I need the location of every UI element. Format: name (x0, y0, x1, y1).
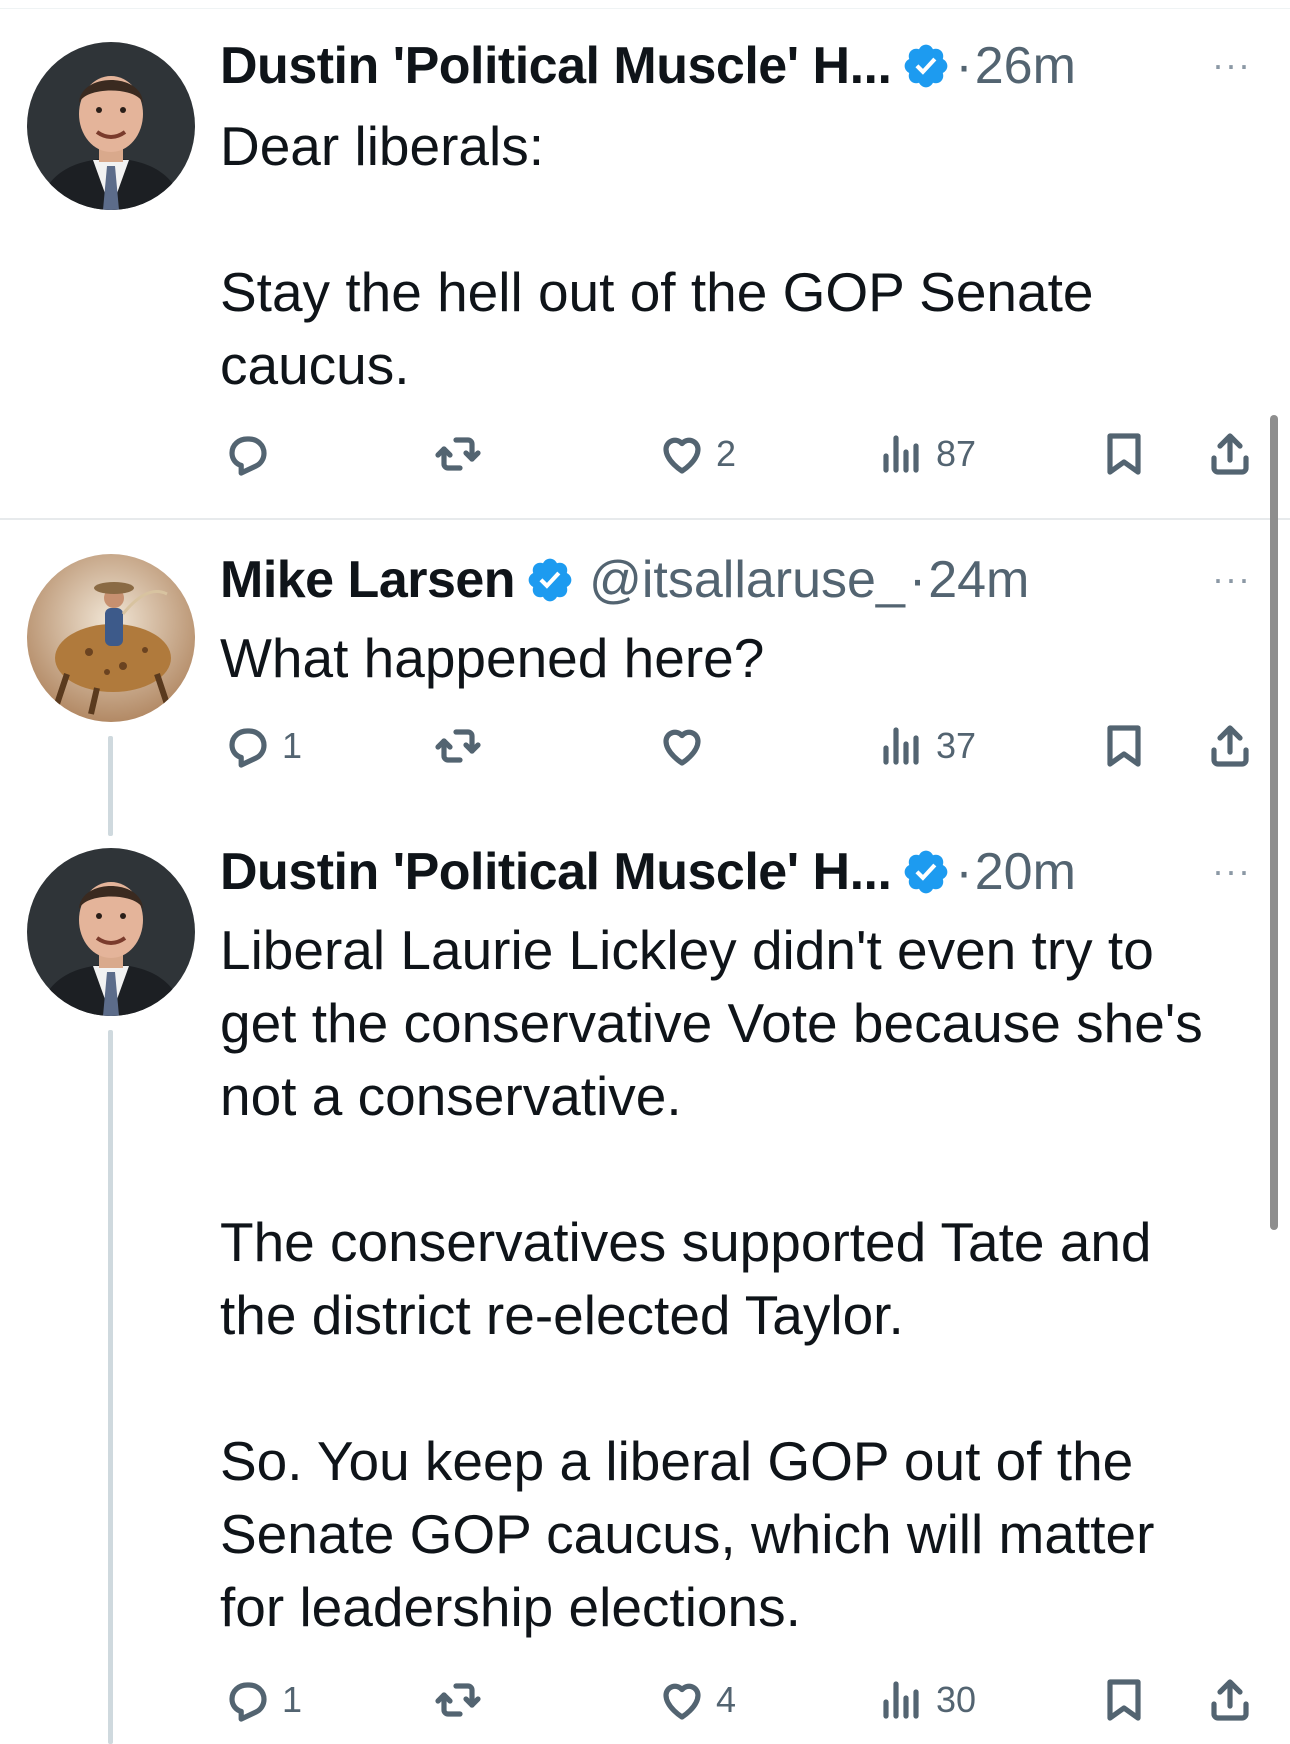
bookmark-button[interactable] (1100, 716, 1148, 776)
dot-separator: · (955, 37, 973, 95)
tweet-paragraph: Dear liberals: (220, 115, 545, 177)
retweet-button[interactable] (434, 1670, 492, 1730)
timestamp[interactable]: 24m (928, 550, 1029, 610)
share-button[interactable] (1206, 424, 1254, 484)
share-button[interactable] (1206, 1670, 1254, 1730)
more-options-icon[interactable]: ··· (1212, 44, 1251, 86)
retweet-button[interactable] (434, 716, 492, 776)
retweet-icon (435, 1683, 481, 1717)
like-button[interactable]: 4 (658, 1670, 736, 1730)
tweet-paragraph: What happened here? (220, 627, 765, 689)
retweet-icon (435, 437, 481, 471)
tweet-paragraph: Stay the hell out of the GOP Senate cauc… (220, 261, 1094, 396)
tweet-paragraph: So. You keep a liberal GOP out of the Se… (220, 1430, 1155, 1638)
reply-button[interactable]: 1 (224, 716, 302, 776)
tweet-header: Mike Larsen @itsallaruse_ · 24m (220, 550, 1029, 610)
bookmark-button[interactable] (1100, 424, 1148, 484)
tweet-paragraph: The conservatives supported Tate and the… (220, 1211, 1152, 1346)
timestamp[interactable]: 26m (975, 36, 1076, 96)
top-border (0, 8, 1290, 9)
avatar-dustin[interactable] (27, 42, 195, 210)
avatar-dustin[interactable] (27, 848, 195, 1016)
verified-badge-icon (528, 558, 572, 602)
thread-line (108, 736, 113, 836)
more-options-icon[interactable]: ··· (1212, 558, 1251, 600)
share-button[interactable] (1206, 716, 1254, 776)
tweet-header: Dustin 'Political Muscle' H... · 20m (220, 842, 1076, 902)
tweet-text: Liberal Laurie Lickley didn't even try t… (220, 914, 1220, 1644)
bookmark-icon (1107, 433, 1141, 475)
reply-button[interactable]: 1 (224, 1670, 302, 1730)
tweet-actions: 1 4 30 (220, 1670, 1260, 1730)
avatar-mike[interactable] (27, 554, 195, 722)
thread-line (108, 1030, 113, 1744)
author-name[interactable]: Dustin 'Political Muscle' H... (220, 36, 892, 96)
tweet-paragraph: Liberal Laurie Lickley didn't even try t… (220, 919, 1203, 1127)
more-options-icon[interactable]: ··· (1212, 850, 1251, 892)
like-button[interactable] (658, 716, 716, 776)
reply-icon (229, 1682, 267, 1722)
dot-separator: · (955, 843, 973, 901)
bookmark-button[interactable] (1100, 1670, 1148, 1730)
heart-icon (663, 1683, 701, 1720)
tweet-header: Dustin 'Political Muscle' H... · 26m (220, 36, 1076, 96)
share-icon (1211, 1679, 1249, 1721)
bookmark-icon (1107, 725, 1141, 767)
reply-button[interactable] (224, 424, 282, 484)
tweet-actions: 2 87 (220, 424, 1260, 484)
heart-icon (663, 729, 701, 766)
views-icon (883, 435, 919, 473)
scrollbar[interactable] (1270, 415, 1278, 1230)
dot-separator: · (908, 551, 927, 609)
verified-badge-icon (905, 44, 948, 88)
share-icon (1211, 725, 1249, 767)
tweet-divider (0, 518, 1290, 520)
views-button[interactable]: 87 (878, 424, 976, 484)
heart-icon (663, 437, 701, 474)
author-name[interactable]: Dustin 'Political Muscle' H... (220, 842, 892, 902)
share-icon (1211, 433, 1249, 475)
tweet-actions: 1 37 (220, 716, 1260, 776)
author-name[interactable]: Mike Larsen (220, 550, 516, 610)
reply-icon (229, 728, 267, 768)
like-button[interactable]: 2 (658, 424, 736, 484)
retweet-button[interactable] (434, 424, 492, 484)
retweet-icon (435, 729, 481, 763)
timestamp[interactable]: 20m (975, 842, 1076, 902)
views-button[interactable]: 37 (878, 716, 976, 776)
author-handle[interactable]: @itsallaruse_ (589, 550, 905, 610)
views-icon (883, 1681, 919, 1719)
verified-badge-icon (905, 850, 948, 894)
reply-icon (229, 436, 267, 476)
views-button[interactable]: 30 (878, 1670, 976, 1730)
views-icon (883, 727, 919, 765)
bookmark-icon (1107, 1679, 1141, 1721)
tweet-text: Dear liberals: Stay the hell out of the … (220, 110, 1220, 402)
tweet-text: What happened here? (220, 622, 1220, 695)
